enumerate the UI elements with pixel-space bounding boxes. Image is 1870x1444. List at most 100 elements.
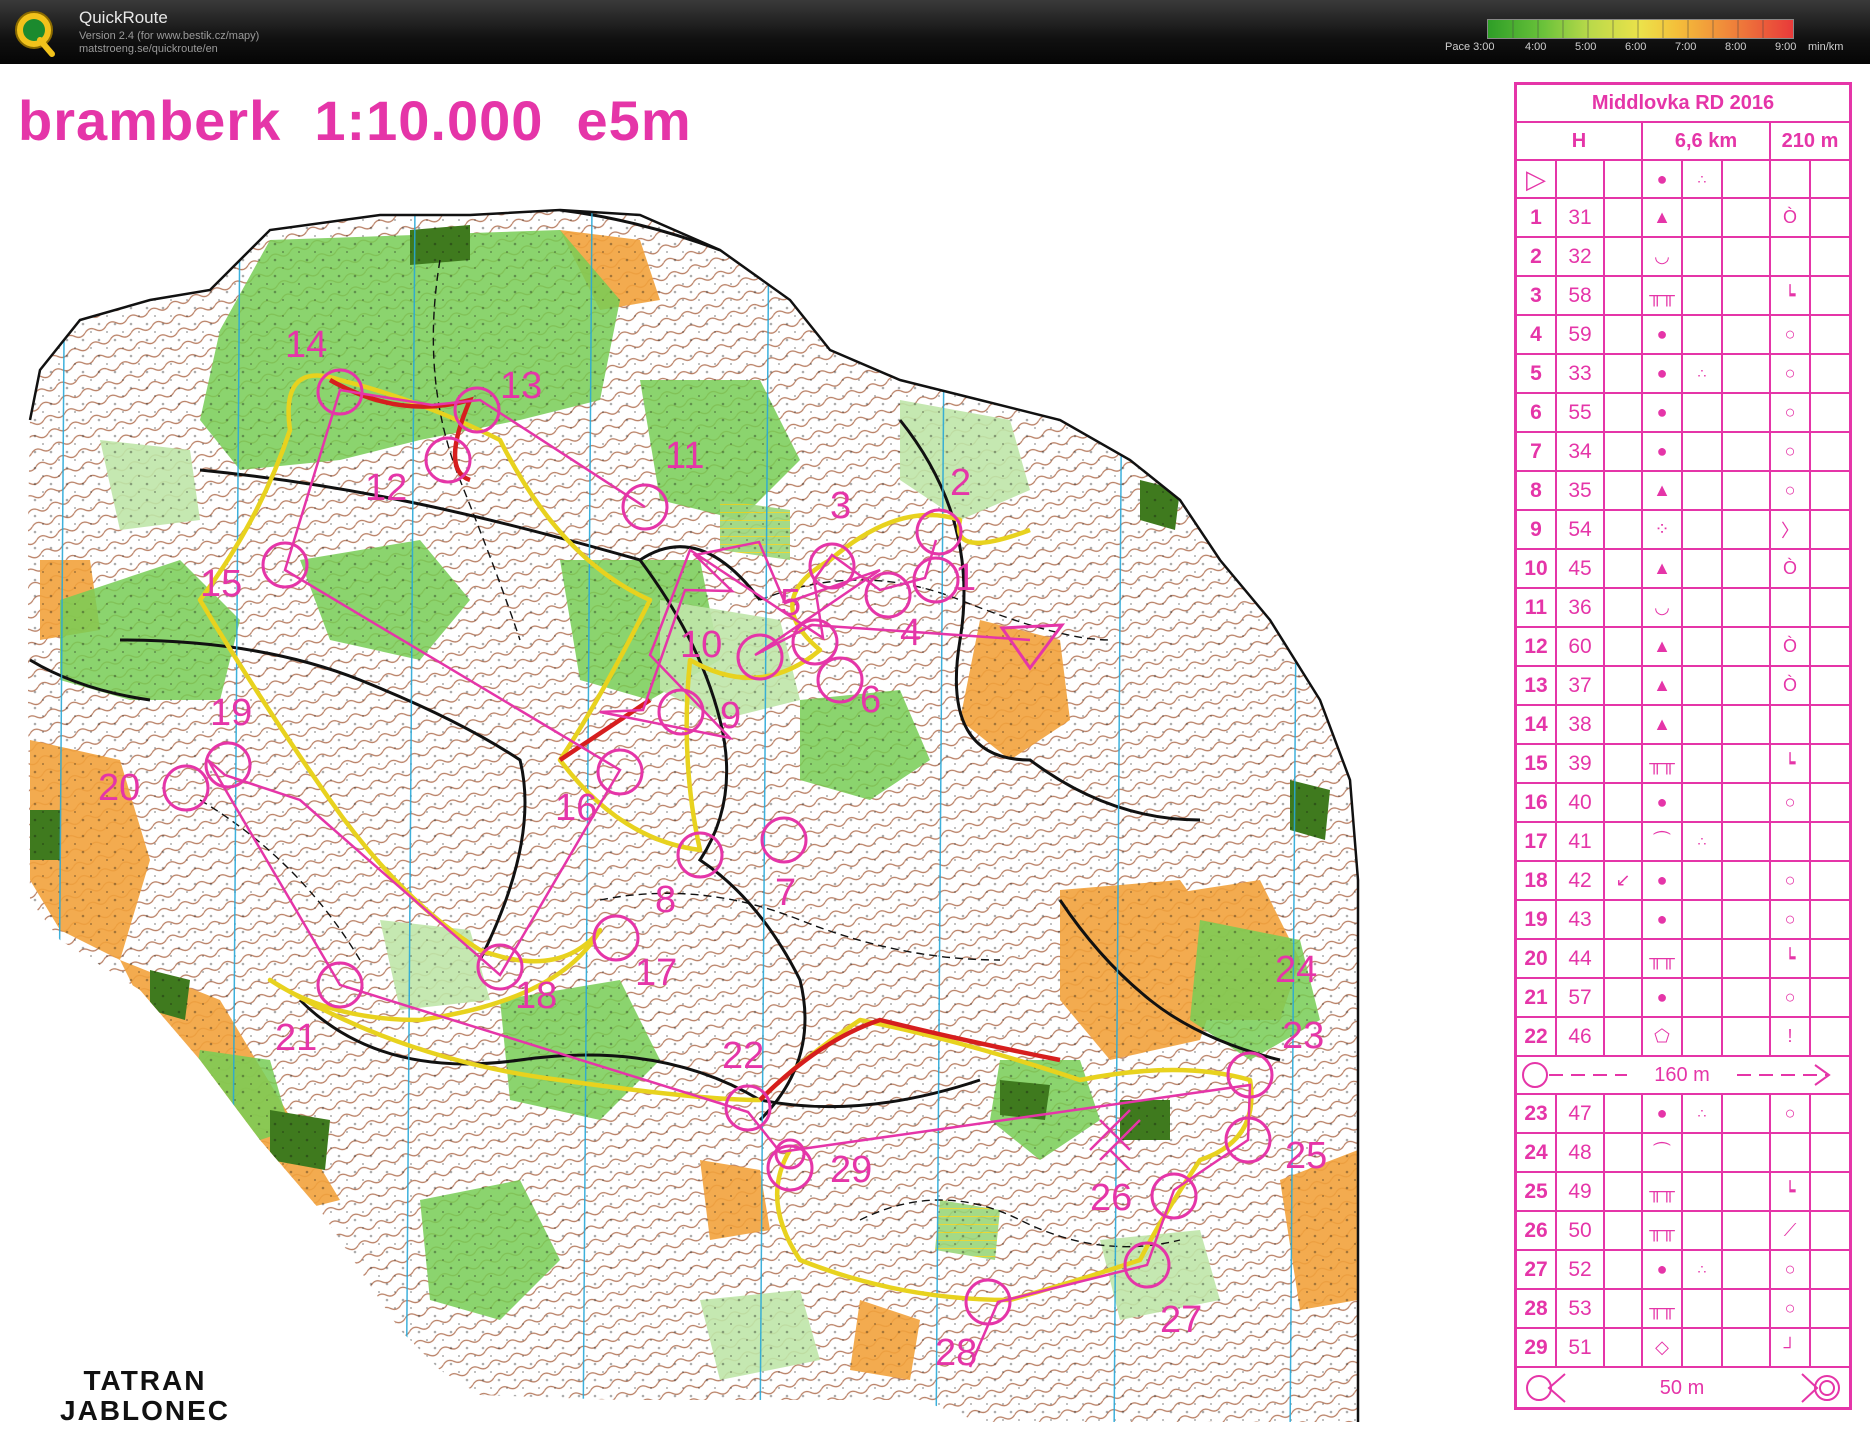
control-feature-icon: ● — [1641, 784, 1681, 821]
event-name: Middlovka RD 2016 — [1591, 91, 1775, 114]
map-terrain: 1 2 3 4 5 6 7 8 9 10 11 12 13 14 15 16 1… — [28, 210, 1358, 1422]
empty-cell — [1721, 1134, 1769, 1171]
description-row: 21 57 ● ○ — [1517, 979, 1849, 1018]
empty-cell — [1721, 745, 1769, 782]
description-row: 7 34 ● ○ — [1517, 433, 1849, 472]
control-position-icon: ┕ — [1769, 1173, 1809, 1210]
empty-cell — [1809, 979, 1849, 1016]
description-row: 16 40 ● ○ — [1517, 784, 1849, 823]
control-number-cell: 2 — [1530, 244, 1542, 268]
empty-cell — [1809, 628, 1849, 665]
empty-cell — [1809, 1095, 1849, 1132]
control-number: 15 — [200, 563, 242, 605]
empty-cell — [1809, 1329, 1849, 1366]
start-triangle-icon: ▷ — [1526, 163, 1546, 194]
control-direction-icon — [1603, 511, 1641, 548]
control-detail-icon — [1681, 433, 1721, 470]
control-feature-icon: ╥╥ — [1641, 1173, 1681, 1210]
description-row: 6 55 ● ○ — [1517, 394, 1849, 433]
control-feature-icon: ▲ — [1641, 628, 1681, 665]
empty-cell — [1721, 394, 1769, 431]
empty-cell — [1809, 1134, 1849, 1171]
control-position-icon: ○ — [1769, 472, 1809, 509]
control-number-cell: 20 — [1524, 946, 1548, 970]
control-code-cell: 53 — [1555, 1290, 1603, 1327]
control-direction-icon — [1603, 1173, 1641, 1210]
empty-cell — [1721, 1329, 1769, 1366]
control-position-icon — [1769, 706, 1809, 743]
control-number-cell: 22 — [1524, 1024, 1548, 1048]
control-number-cell: 12 — [1524, 634, 1548, 658]
empty-cell — [1721, 472, 1769, 509]
control-number-cell: 8 — [1530, 478, 1542, 502]
control-direction-icon — [1603, 745, 1641, 782]
control-description-sheet: Middlovka RD 2016 H 6,6 km 210 m ▷ ● ∴ 1… — [1514, 82, 1852, 1410]
control-direction-icon: ↙ — [1603, 862, 1641, 899]
empty-cell — [1809, 238, 1849, 275]
control-number: 11 — [665, 435, 704, 477]
control-number-cell: 15 — [1524, 751, 1548, 775]
control-detail-icon — [1681, 1173, 1721, 1210]
control-detail-icon — [1681, 628, 1721, 665]
finish-row: 50 m — [1517, 1368, 1849, 1408]
control-code-cell: 58 — [1555, 277, 1603, 314]
desc-event-row: Middlovka RD 2016 — [1517, 85, 1849, 123]
control-position-icon — [1769, 823, 1809, 860]
control-number-cell: 3 — [1530, 283, 1542, 307]
control-position-icon — [1769, 238, 1809, 275]
empty-cell — [1721, 784, 1769, 821]
description-row: 12 60 ▲ Ò — [1517, 628, 1849, 667]
empty-cell — [1809, 316, 1849, 353]
orienteering-map[interactable]: 1 2 3 4 5 6 7 8 9 10 11 12 13 14 15 16 1… — [0, 64, 1490, 1444]
control-detail-icon — [1681, 1329, 1721, 1366]
description-row: 10 45 ▲ Ò — [1517, 550, 1849, 589]
description-row: 1 31 ▲ Ò — [1517, 199, 1849, 238]
control-code-cell: 43 — [1555, 901, 1603, 938]
empty-cell — [1721, 901, 1769, 938]
pace-tick-label: 4:00 — [1525, 41, 1547, 53]
control-number: 12 — [365, 467, 407, 509]
control-direction-icon — [1603, 706, 1641, 743]
empty-cell — [1721, 862, 1769, 899]
control-code-cell: 34 — [1555, 433, 1603, 470]
control-feature-icon: ⬠ — [1641, 1018, 1681, 1055]
control-feature-icon: ◡ — [1641, 589, 1681, 626]
description-row: 14 38 ▲ — [1517, 706, 1849, 745]
control-position-icon: ○ — [1769, 784, 1809, 821]
control-detail-icon — [1681, 1018, 1721, 1055]
start-feature-icon: ● — [1641, 161, 1681, 197]
control-direction-icon — [1603, 589, 1641, 626]
course-category: H — [1571, 129, 1587, 152]
control-detail-icon — [1681, 1290, 1721, 1327]
description-row: 26 50 ╥╥ ⟋ — [1517, 1212, 1849, 1251]
control-direction-icon — [1603, 823, 1641, 860]
control-detail-icon — [1681, 1134, 1721, 1171]
control-code-cell: 41 — [1555, 823, 1603, 860]
empty-cell — [1809, 784, 1849, 821]
control-number-cell: 10 — [1524, 556, 1548, 580]
control-code-cell: 59 — [1555, 316, 1603, 353]
control-position-icon: ┕ — [1769, 277, 1809, 314]
control-feature-icon: ╥╥ — [1641, 940, 1681, 977]
empty-cell — [1721, 667, 1769, 704]
control-code-cell: 52 — [1555, 1251, 1603, 1288]
description-row: 22 46 ⬠! — [1517, 1018, 1849, 1057]
control-direction-icon — [1603, 784, 1641, 821]
control-feature-icon: ▲ — [1641, 472, 1681, 509]
empty-cell — [1721, 550, 1769, 587]
control-number: 17 — [635, 952, 677, 994]
control-detail-icon: ∴ — [1681, 823, 1721, 860]
app-title-bar: QuickRoute Version 2.4 (for www.bestik.c… — [0, 0, 1870, 64]
control-direction-icon — [1603, 1290, 1641, 1327]
control-feature-icon: ╥╥ — [1641, 1212, 1681, 1249]
empty-cell — [1721, 433, 1769, 470]
control-position-icon: ○ — [1769, 979, 1809, 1016]
control-number: 16 — [555, 787, 597, 829]
control-number: 24 — [1275, 949, 1317, 991]
control-number: 8 — [655, 879, 676, 921]
control-number-cell: 1 — [1530, 205, 1542, 229]
control-number-cell: 11 — [1524, 595, 1548, 619]
control-number-cell: 6 — [1530, 400, 1542, 424]
description-row: 23 47 ● ∴ ○ — [1517, 1095, 1849, 1134]
control-number-cell: 29 — [1524, 1335, 1548, 1359]
